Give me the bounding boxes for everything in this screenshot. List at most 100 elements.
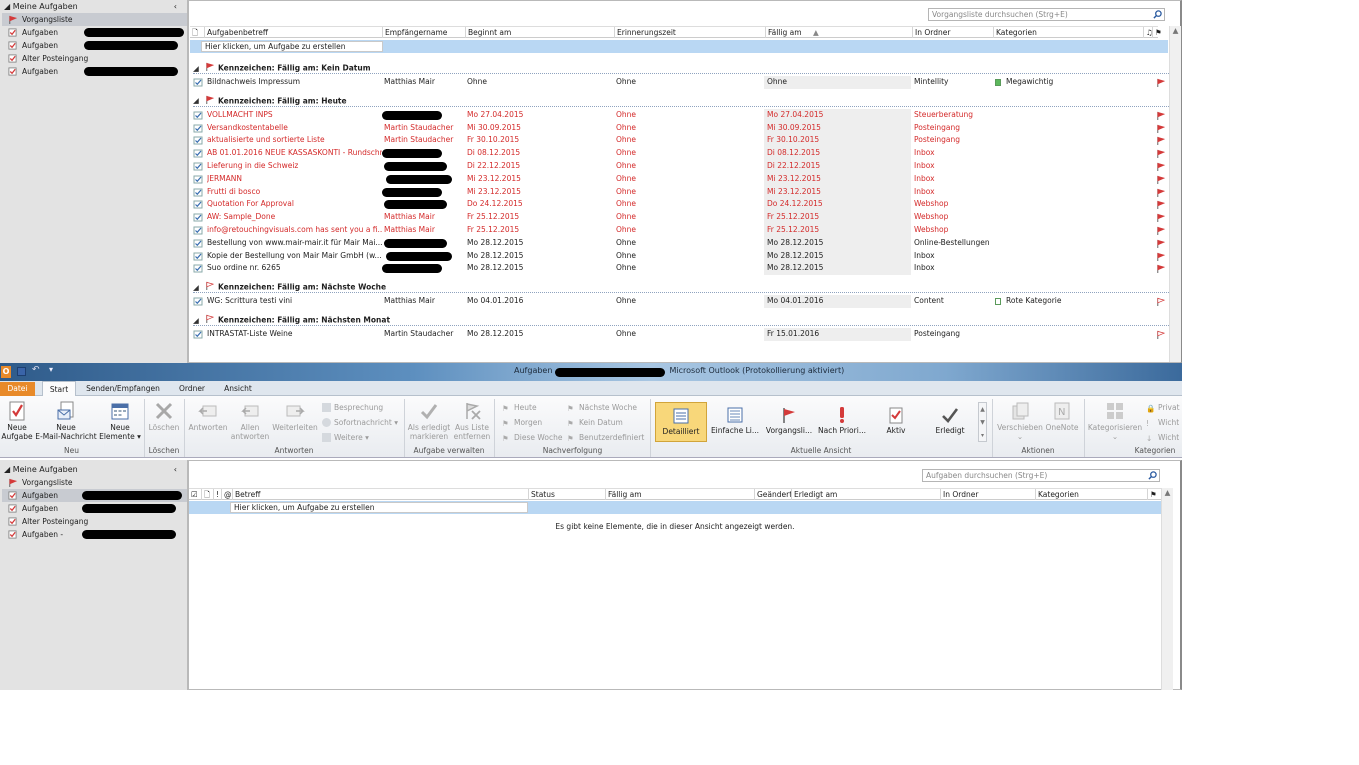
- task-subject[interactable]: info@retouchingvisuals.com has sent you …: [207, 224, 382, 237]
- task-row[interactable]: INTRASTAT-Liste Weine Martin Staudacher Mo…: [190, 328, 1168, 341]
- reply-button[interactable]: Antworten: [186, 401, 230, 432]
- quick-access-menu-icon[interactable]: ▾: [49, 365, 53, 374]
- nav-header[interactable]: ◢ Meine Aufgaben ‹: [0, 0, 187, 13]
- task-subject[interactable]: INTRASTAT-Liste Weine: [207, 328, 382, 341]
- nav-header[interactable]: ◢ Meine Aufgaben ‹: [0, 463, 187, 476]
- view-by-priority-button[interactable]: Nach Priori...: [816, 406, 868, 435]
- nav-item-aufgaben[interactable]: Aufgaben -: [2, 528, 187, 541]
- collapse-triangle-icon[interactable]: ◢: [193, 282, 205, 294]
- tab-ordner[interactable]: Ordner: [172, 382, 212, 396]
- view-gallery-scroll[interactable]: ▲ ▼ ▾: [978, 402, 987, 442]
- instant-message-button[interactable]: Sofortnachricht ▾: [322, 417, 398, 428]
- tab-start[interactable]: Start: [42, 381, 76, 397]
- meeting-button[interactable]: Besprechung: [322, 402, 383, 413]
- mark-complete-button[interactable]: Als erledigt markieren: [406, 401, 452, 441]
- scroll-up-arrow-icon[interactable]: ▲: [1170, 26, 1181, 36]
- view-simple-list-button[interactable]: Einfache Li...: [709, 406, 761, 435]
- low-importance-button[interactable]: ↓ Wicht: [1146, 432, 1179, 443]
- task-subject[interactable]: Suo ordine nr. 6265: [207, 262, 382, 275]
- task-row[interactable]: aktualisierte und sortierte Liste Martin …: [190, 134, 1168, 148]
- collapse-triangle-icon[interactable]: ◢: [193, 95, 205, 107]
- reply-all-button[interactable]: Allen antworten: [230, 401, 270, 441]
- outlook-logo-icon[interactable]: O: [1, 366, 11, 378]
- task-subject[interactable]: Kopie der Bestellung von Mair Mair GmbH …: [207, 250, 382, 263]
- save-icon[interactable]: [17, 367, 26, 376]
- col-due[interactable]: Fällig am: [605, 489, 754, 500]
- view-todo-list-button[interactable]: Vorgangsli...: [763, 406, 815, 435]
- view-completed-button[interactable]: Erledigt: [924, 406, 976, 435]
- search-icon[interactable]: [1148, 471, 1157, 480]
- task-row[interactable]: Quotation For Approval Do 24.12.2015 Ohne D…: [190, 198, 1168, 212]
- task-row[interactable]: Kopie der Bestellung von Mair Mair GmbH …: [190, 249, 1168, 263]
- bottom-scrollbar[interactable]: ▲: [1161, 488, 1173, 690]
- importance-column-icon[interactable]: !: [213, 489, 221, 500]
- followup-no-date-button[interactable]: ⚑ Kein Datum: [567, 417, 623, 428]
- nav-item-vorgangsliste[interactable]: Vorgangsliste: [2, 13, 187, 26]
- collapse-pane-icon[interactable]: ‹: [174, 0, 177, 13]
- task-subject[interactable]: JERMANN: [207, 173, 382, 186]
- followup-tomorrow-button[interactable]: ⚑ Morgen: [502, 417, 542, 428]
- group-header[interactable]: ◢ Kennzeichen: Fällig am: Heute: [193, 95, 1169, 107]
- task-row[interactable]: VOLLMACHT INPS Mo 27.04.2015 Ohne Mo 27.04.…: [190, 108, 1168, 122]
- tab-senden-empfangen[interactable]: Senden/Empfangen: [84, 382, 162, 396]
- nav-item-aufgaben[interactable]: Aufgaben: [2, 502, 187, 515]
- col-recipient[interactable]: Empfängername: [382, 27, 465, 38]
- new-task-button[interactable]: Neue Aufgabe: [1, 401, 33, 441]
- top-search-input[interactable]: Vorgangsliste durchsuchen (Strg+E): [928, 8, 1165, 21]
- group-header[interactable]: ◢ Kennzeichen: Fällig am: Nächsten Monat: [193, 314, 1169, 326]
- reminder-bell-icon[interactable]: ♫: [1143, 27, 1153, 38]
- remove-from-list-button[interactable]: Aus Liste entfernen: [452, 401, 492, 441]
- task-row[interactable]: Frutti di bosco Mi 23.12.2015 Ohne Mi 23.12…: [190, 185, 1168, 199]
- col-subject[interactable]: Aufgabenbetreff: [204, 27, 382, 38]
- followup-custom-button[interactable]: ⚑ Benutzerdefiniert: [567, 432, 644, 443]
- task-subject[interactable]: Lieferung in die Schweiz: [207, 160, 382, 173]
- col-subject[interactable]: Betreff: [232, 489, 528, 500]
- collapse-triangle-icon[interactable]: ◢: [193, 315, 205, 327]
- delete-button[interactable]: Löschen: [146, 401, 182, 432]
- top-new-task-row[interactable]: Hier klicken, um Aufgabe zu erstellen: [190, 40, 1168, 53]
- task-subject[interactable]: WG: Scrittura testi vini: [207, 295, 382, 308]
- task-row[interactable]: Lieferung in die Schweiz Di 22.12.2015 Ohn…: [190, 160, 1168, 173]
- followup-flag-icon[interactable]: [1156, 78, 1165, 92]
- bottom-search-input[interactable]: Aufgaben durchsuchen (Strg+E): [922, 469, 1160, 482]
- task-row[interactable]: Suo ordine nr. 6265 Mo 28.12.2015 Ohne Mo 2…: [190, 262, 1168, 278]
- task-subject[interactable]: AW: Sample_Done: [207, 211, 382, 224]
- task-subject[interactable]: Bildnachweis Impressum: [207, 76, 382, 89]
- task-subject[interactable]: AB 01.01.2016 NEUE KASSASKONTI - Rundsch…: [207, 147, 382, 160]
- collapse-pane-icon[interactable]: ‹: [174, 463, 177, 476]
- followup-flag-icon[interactable]: [1156, 264, 1165, 278]
- col-status[interactable]: Status: [528, 489, 605, 500]
- task-row[interactable]: AB 01.01.2016 NEUE KASSASKONTI - Rundsch…: [190, 147, 1168, 160]
- followup-today-button[interactable]: ⚑ Heute: [502, 402, 537, 413]
- nav-item-aufgaben[interactable]: Aufgaben: [2, 39, 187, 52]
- doc-icon-column[interactable]: 🗋: [190, 27, 204, 38]
- view-active-button[interactable]: Aktiv: [870, 406, 922, 435]
- bottom-new-task-row[interactable]: Hier klicken, um Aufgabe zu erstellen: [189, 501, 1161, 514]
- tab-ansicht[interactable]: Ansicht: [218, 382, 258, 396]
- nav-item-alter-posteingang[interactable]: Alter Posteingang: [2, 52, 187, 65]
- task-row[interactable]: Bestellung von www.mair-mair.it für Mair…: [190, 236, 1168, 250]
- task-subject[interactable]: aktualisierte und sortierte Liste: [207, 134, 382, 147]
- col-categories[interactable]: Kategorien: [993, 27, 1143, 38]
- col-categories[interactable]: Kategorien: [1035, 489, 1147, 500]
- new-task-input[interactable]: Hier klicken, um Aufgabe zu erstellen: [201, 41, 383, 52]
- followup-this-week-button[interactable]: ⚑ Diese Woche: [502, 432, 562, 443]
- move-button[interactable]: Verschieben ⌄: [996, 401, 1044, 441]
- onenote-button[interactable]: N OneNote: [1044, 401, 1080, 432]
- task-row[interactable]: JERMANN Mi 23.12.2015 Ohne Mi 23.12.2015 Inb…: [190, 172, 1168, 186]
- scroll-up-arrow-icon[interactable]: ▲: [1162, 488, 1173, 498]
- tab-datei[interactable]: Datei: [0, 382, 35, 396]
- col-completed[interactable]: Erledigt am: [791, 489, 940, 500]
- collapse-triangle-icon[interactable]: ◢: [193, 63, 205, 75]
- filter-column-icon[interactable]: ⚑: [1147, 489, 1161, 500]
- new-email-button[interactable]: Neue E-Mail-Nachricht: [34, 401, 98, 441]
- high-importance-button[interactable]: ! Wicht: [1146, 417, 1179, 428]
- nav-item-aufgaben[interactable]: Aufgaben: [2, 26, 187, 39]
- col-start[interactable]: Beginnt am: [465, 27, 614, 38]
- categorize-button[interactable]: Kategorisieren ⌄: [1086, 401, 1144, 441]
- nav-item-alter-posteingang[interactable]: Alter Posteingang: [2, 515, 187, 528]
- view-detailed-button[interactable]: Detailliert: [655, 402, 707, 442]
- task-subject[interactable]: Quotation For Approval: [207, 198, 382, 211]
- col-reminder[interactable]: Erinnerungszeit: [614, 27, 765, 38]
- task-row[interactable]: WG: Scrittura testi vini Matthias Mair Mo …: [190, 295, 1168, 308]
